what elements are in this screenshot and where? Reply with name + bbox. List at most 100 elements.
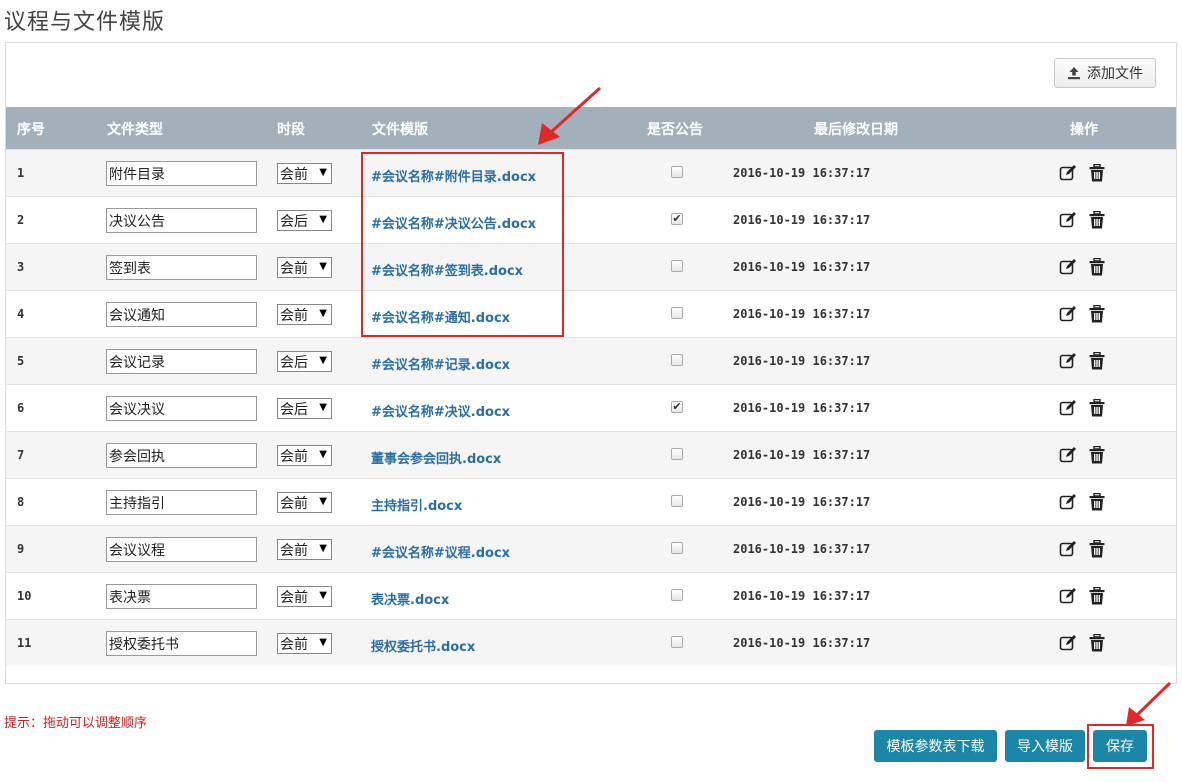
row-number: 4 — [17, 307, 25, 321]
chevron-down-icon: ▼ — [319, 355, 327, 366]
edit-icon[interactable] — [1059, 352, 1077, 370]
modified-date: 2016-10-19 16:37:17 — [733, 354, 871, 368]
edit-icon[interactable] — [1059, 446, 1077, 464]
period-select[interactable]: 会前 ▼ — [277, 492, 332, 513]
template-file-link[interactable]: #会议名称#签到表.docx — [371, 260, 523, 279]
template-file-link[interactable]: #会议名称#记录.docx — [371, 354, 510, 373]
template-file-link[interactable]: #会议名称#附件目录.docx — [371, 166, 536, 185]
public-checkbox[interactable] — [671, 636, 683, 648]
template-file-link[interactable]: 表决票.docx — [371, 589, 449, 608]
trash-icon[interactable] — [1089, 493, 1105, 511]
trash-icon[interactable] — [1089, 446, 1105, 464]
edit-icon[interactable] — [1059, 540, 1077, 558]
period-select[interactable]: 会前 ▼ — [277, 633, 332, 654]
file-type-input[interactable]: 主持指引 — [106, 490, 257, 515]
table-row[interactable]: 7 参会回执 会前 ▼ 董事会参会回执.docx 2016-10-19 16:37:17 — [6, 431, 1176, 478]
template-file-link[interactable]: #会议名称#决议.docx — [371, 401, 510, 420]
download-params-button[interactable]: 模板参数表下载 — [874, 730, 997, 762]
file-type-input[interactable]: 授权委托书 — [106, 631, 257, 656]
period-select[interactable]: 会后 ▼ — [277, 398, 332, 419]
file-type-input[interactable]: 会议议程 — [106, 537, 257, 562]
public-checkbox[interactable]: ✔ — [671, 401, 683, 413]
table-row[interactable]: 8 主持指引 会前 ▼ 主持指引.docx 2016-10-19 16:37:17 — [6, 478, 1176, 525]
public-checkbox[interactable] — [671, 260, 683, 272]
row-number: 5 — [17, 354, 25, 368]
table-row[interactable]: 3 签到表 会前 ▼ #会议名称#签到表.docx 2016-10-19 16:37:17 — [6, 243, 1176, 290]
file-type-input[interactable]: 决议公告 — [106, 208, 257, 233]
public-checkbox[interactable] — [671, 589, 683, 601]
hint-text: 提示：拖动可以调整顺序 — [4, 716, 148, 731]
table-row[interactable]: 5 会议记录 会后 ▼ #会议名称#记录.docx 2016-10-19 16:37:17 — [6, 337, 1176, 384]
period-select[interactable]: 会前 ▼ — [277, 304, 332, 325]
edit-icon[interactable] — [1059, 634, 1077, 652]
file-type-input[interactable]: 表决票 — [106, 584, 257, 609]
edit-icon[interactable] — [1059, 399, 1077, 417]
save-button[interactable]: 保存 — [1093, 730, 1147, 762]
modified-date: 2016-10-19 16:37:17 — [733, 166, 871, 180]
period-select[interactable]: 会前 ▼ — [277, 163, 332, 184]
trash-icon[interactable] — [1089, 587, 1105, 605]
template-file-link[interactable]: 授权委托书.docx — [371, 636, 475, 655]
table-row[interactable]: 11 授权委托书 会前 ▼ 授权委托书.docx 2016-10-19 16:37:17 — [6, 619, 1176, 666]
template-file-link[interactable]: 主持指引.docx — [371, 495, 462, 514]
row-number: 6 — [17, 401, 25, 415]
period-value: 会后 — [280, 213, 308, 230]
public-checkbox[interactable]: ✔ — [671, 213, 683, 225]
header-actions: 操作 — [1070, 122, 1098, 138]
file-type-input[interactable]: 参会回执 — [106, 443, 257, 468]
file-type-input[interactable]: 附件目录 — [106, 161, 257, 186]
template-file-link[interactable]: 董事会参会回执.docx — [371, 448, 501, 467]
table-row[interactable]: 10 表决票 会前 ▼ 表决票.docx 2016-10-19 16:37:17 — [6, 572, 1176, 619]
period-select[interactable]: 会前 ▼ — [277, 257, 332, 278]
period-select[interactable]: 会后 ▼ — [277, 351, 332, 372]
trash-icon[interactable] — [1089, 305, 1105, 323]
trash-icon[interactable] — [1089, 258, 1105, 276]
file-type-input[interactable]: 会议决议 — [106, 396, 257, 421]
public-checkbox[interactable] — [671, 166, 683, 178]
period-select[interactable]: 会后 ▼ — [277, 210, 332, 231]
edit-icon[interactable] — [1059, 305, 1077, 323]
edit-icon[interactable] — [1059, 164, 1077, 182]
add-file-button[interactable]: 添加文件 — [1054, 58, 1156, 88]
table-row[interactable]: 2 决议公告 会后 ▼ #会议名称#决议公告.docx ✔ 2016-10-19 16:37… — [6, 196, 1176, 243]
template-file-link[interactable]: #会议名称#通知.docx — [371, 307, 510, 326]
edit-icon[interactable] — [1059, 211, 1077, 229]
table-row[interactable]: 9 会议议程 会前 ▼ #会议名称#议程.docx 2016-10-19 16:37:17 — [6, 525, 1176, 572]
file-type-input[interactable]: 会议通知 — [106, 302, 257, 327]
public-checkbox[interactable] — [671, 354, 683, 366]
table-row[interactable]: 1 附件目录 会前 ▼ #会议名称#附件目录.docx 2016-10-19 16:37:… — [6, 149, 1176, 196]
trash-icon[interactable] — [1089, 164, 1105, 182]
chevron-down-icon: ▼ — [319, 590, 327, 601]
table-row[interactable]: 6 会议决议 会后 ▼ #会议名称#决议.docx ✔ 2016-10-19 16:37:1… — [6, 384, 1176, 431]
row-number: 10 — [17, 589, 32, 603]
file-type-input[interactable]: 签到表 — [106, 255, 257, 280]
trash-icon[interactable] — [1089, 352, 1105, 370]
trash-icon[interactable] — [1089, 399, 1105, 417]
period-select[interactable]: 会前 ▼ — [277, 539, 332, 560]
trash-icon[interactable] — [1089, 540, 1105, 558]
template-file-link[interactable]: #会议名称#议程.docx — [371, 542, 510, 561]
edit-icon[interactable] — [1059, 493, 1077, 511]
trash-icon[interactable] — [1089, 211, 1105, 229]
chevron-down-icon: ▼ — [319, 167, 327, 178]
header-period: 时段 — [277, 122, 305, 138]
table-row[interactable]: 4 会议通知 会前 ▼ #会议名称#通知.docx 2016-10-19 16:37:17 — [6, 290, 1176, 337]
edit-icon[interactable] — [1059, 258, 1077, 276]
public-checkbox[interactable] — [671, 495, 683, 507]
period-value: 会前 — [280, 589, 308, 606]
template-file-link[interactable]: #会议名称#决议公告.docx — [371, 213, 536, 232]
public-checkbox[interactable] — [671, 448, 683, 460]
table-body: 1 附件目录 会前 ▼ #会议名称#附件目录.docx 2016-10-19 16:37:… — [6, 149, 1176, 666]
public-checkbox[interactable] — [671, 542, 683, 554]
import-template-button[interactable]: 导入模版 — [1005, 730, 1085, 762]
period-select[interactable]: 会前 ▼ — [277, 586, 332, 607]
period-value: 会前 — [280, 495, 308, 512]
public-checkbox[interactable] — [671, 307, 683, 319]
chevron-down-icon: ▼ — [319, 637, 327, 648]
file-type-input[interactable]: 会议记录 — [106, 349, 257, 374]
trash-icon[interactable] — [1089, 634, 1105, 652]
chevron-down-icon: ▼ — [319, 402, 327, 413]
edit-icon[interactable] — [1059, 587, 1077, 605]
period-select[interactable]: 会前 ▼ — [277, 445, 332, 466]
modified-date: 2016-10-19 16:37:17 — [733, 448, 871, 462]
